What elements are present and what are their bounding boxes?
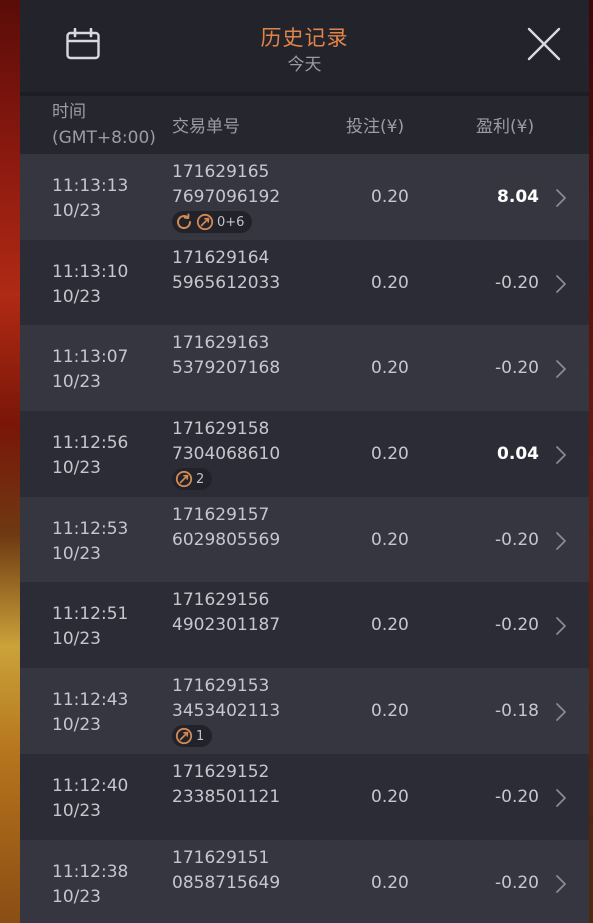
row-order-number-a: 171629164 xyxy=(172,247,270,268)
row-bet: 0.20 xyxy=(371,272,409,293)
chevron-right-icon xyxy=(556,788,566,807)
game-backdrop-right xyxy=(589,0,593,923)
row-time: 11:12:56 xyxy=(52,433,129,454)
history-list: 11:13:13 10/23 171629165 7697096192 0.20… xyxy=(20,154,589,923)
row-profit: -0.20 xyxy=(495,358,539,379)
chevron-right-icon xyxy=(556,874,566,893)
table-row[interactable]: 11:12:38 10/23 171629151 0858715649 0.20… xyxy=(20,839,589,923)
row-profit: -0.18 xyxy=(495,701,539,722)
profit-column-header: 盈利(¥) xyxy=(476,117,535,137)
row-bet: 0.20 xyxy=(371,187,409,207)
chevron-right-icon xyxy=(556,274,566,293)
row-bet: 0.20 xyxy=(371,615,409,636)
table-row[interactable]: 11:13:10 10/23 171629164 5965612033 0.20… xyxy=(20,239,589,326)
row-order-number-b: 7697096192 xyxy=(172,187,281,207)
row-profit: 8.04 xyxy=(497,187,539,207)
row-bet: 0.20 xyxy=(371,444,409,465)
row-order-number-a: 171629153 xyxy=(172,676,270,697)
chevron-right-icon xyxy=(556,531,566,550)
row-time: 11:12:51 xyxy=(52,604,129,625)
row-date: 10/23 xyxy=(52,543,101,564)
row-order-number-b: 3453402113 xyxy=(172,701,281,722)
row-date: 10/23 xyxy=(52,458,101,479)
row-order-number-a: 171629158 xyxy=(172,419,270,440)
row-date: 10/23 xyxy=(52,800,101,821)
table-row[interactable]: 11:12:40 10/23 171629152 2338501121 0.20… xyxy=(20,753,589,840)
row-profit: -0.20 xyxy=(495,872,539,893)
timezone-label: (GMT+8:00) xyxy=(52,128,156,148)
row-date: 10/23 xyxy=(52,372,101,393)
row-time: 11:12:38 xyxy=(52,861,129,882)
chevron-right-icon xyxy=(556,446,566,464)
row-order-number-b: 0858715649 xyxy=(172,872,281,893)
time-column-header: 时间 (GMT+8:00) xyxy=(52,99,156,151)
row-profit: -0.20 xyxy=(495,272,539,293)
chevron-right-icon xyxy=(556,703,566,722)
row-date: 10/23 xyxy=(52,715,101,736)
row-date: 10/23 xyxy=(52,286,101,307)
table-row[interactable]: 11:13:13 10/23 171629165 7697096192 0.20… xyxy=(20,154,589,240)
free-spin-icon xyxy=(196,213,214,231)
table-row[interactable]: 11:13:07 10/23 171629163 5379207168 0.20… xyxy=(20,325,589,412)
row-bet: 0.20 xyxy=(371,872,409,893)
row-order-number-a: 171629152 xyxy=(172,761,270,782)
row-profit: -0.20 xyxy=(495,529,539,550)
feature-badge-count: 1 xyxy=(196,728,205,744)
table-row[interactable]: 11:12:56 10/23 171629158 7304068610 0.20… xyxy=(20,411,589,497)
row-bet: 0.20 xyxy=(371,358,409,379)
row-order-number-b: 5965612033 xyxy=(172,272,281,293)
chevron-right-icon xyxy=(556,617,566,636)
row-order-number-b: 7304068610 xyxy=(172,444,281,465)
row-order-number-a: 171629163 xyxy=(172,333,270,354)
row-order-number-a: 171629156 xyxy=(172,590,270,611)
history-header: 历史记录 今天 xyxy=(20,0,589,92)
game-backdrop-left xyxy=(0,0,20,923)
row-order-number-b: 2338501121 xyxy=(172,786,281,807)
feature-badge: 1 xyxy=(172,725,213,748)
feature-badge-count: 2 xyxy=(196,471,205,487)
row-order-number-b: 5379207168 xyxy=(172,358,281,379)
order-column-header: 交易单号 xyxy=(172,117,240,137)
row-time: 11:13:07 xyxy=(52,347,129,368)
row-profit: -0.20 xyxy=(495,786,539,807)
row-order-number-a: 171629157 xyxy=(172,504,270,525)
page-title: 历史记录 xyxy=(260,26,349,50)
chevron-right-icon xyxy=(556,189,566,207)
history-panel: 历史记录 今天 时间 (GMT+8:00) 交易单号 投注(¥) 盈利(¥) 1… xyxy=(20,0,589,923)
table-row[interactable]: 11:12:51 10/23 171629156 4902301187 0.20… xyxy=(20,582,589,669)
row-date: 10/23 xyxy=(52,629,101,650)
row-date: 10/23 xyxy=(52,886,101,907)
bet-column-header: 投注(¥) xyxy=(346,117,405,137)
row-time: 11:13:13 xyxy=(52,176,129,196)
close-icon[interactable] xyxy=(527,27,561,61)
row-profit: -0.20 xyxy=(495,615,539,636)
feature-badge: 0+6 xyxy=(172,211,253,233)
row-profit: 0.04 xyxy=(497,444,539,465)
row-time: 11:13:10 xyxy=(52,261,129,282)
table-row[interactable]: 11:12:53 10/23 171629157 6029805569 0.20… xyxy=(20,496,589,583)
free-spin-icon xyxy=(175,470,193,488)
table-row[interactable]: 11:12:43 10/23 171629153 3453402113 0.20… xyxy=(20,668,589,754)
chevron-right-icon xyxy=(556,360,566,379)
row-date: 10/23 xyxy=(52,201,101,221)
table-header: 时间 (GMT+8:00) 交易单号 投注(¥) 盈利(¥) xyxy=(20,96,589,154)
row-time: 11:12:53 xyxy=(52,518,129,539)
feature-badge: 2 xyxy=(172,468,213,491)
free-spin-icon xyxy=(175,728,193,745)
row-bet: 0.20 xyxy=(371,701,409,722)
row-order-number-a: 171629151 xyxy=(172,847,270,868)
row-time: 11:12:43 xyxy=(52,690,129,711)
row-bet: 0.20 xyxy=(371,786,409,807)
date-filter-label: 今天 xyxy=(287,55,322,75)
row-order-number-a: 171629165 xyxy=(172,162,270,182)
respin-icon xyxy=(177,213,192,230)
row-time: 11:12:40 xyxy=(52,775,129,796)
row-order-number-b: 4902301187 xyxy=(172,615,281,636)
time-header-label: 时间 xyxy=(52,102,86,122)
row-bet: 0.20 xyxy=(371,529,409,550)
feature-badge-count: 0+6 xyxy=(217,214,245,230)
row-order-number-b: 6029805569 xyxy=(172,529,281,550)
